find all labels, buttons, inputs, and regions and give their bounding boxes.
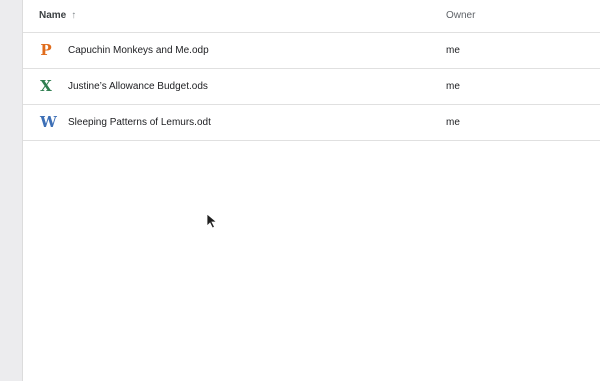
presentation-icon: P (40, 41, 52, 59)
name-column-header[interactable]: Name ↑ (39, 10, 76, 21)
file-owner: me (446, 45, 460, 56)
file-row[interactable]: P Capuchin Monkeys and Me.odp me (23, 33, 600, 69)
file-row[interactable]: X Justine’s Allowance Budget.ods me (23, 69, 600, 105)
file-browser-window: Name ↑ Owner P Capuchin Monkeys and Me.o… (0, 0, 600, 381)
spreadsheet-icon: X (40, 77, 52, 95)
file-owner: me (446, 81, 460, 92)
file-name[interactable]: Justine’s Allowance Budget.ods (68, 81, 208, 92)
left-sidebar-rail (0, 0, 23, 381)
file-owner: me (446, 117, 460, 128)
file-name[interactable]: Capuchin Monkeys and Me.odp (68, 45, 209, 56)
file-row[interactable]: W Sleeping Patterns of Lemurs.odt me (23, 105, 600, 141)
owner-column-header[interactable]: Owner (446, 10, 475, 21)
name-column-label: Name (39, 10, 67, 21)
mouse-pointer-icon (206, 213, 218, 229)
file-list-header: Name ↑ Owner (23, 0, 600, 33)
file-name[interactable]: Sleeping Patterns of Lemurs.odt (68, 117, 211, 128)
document-icon: W (40, 113, 57, 131)
file-list-panel: Name ↑ Owner P Capuchin Monkeys and Me.o… (23, 0, 600, 381)
sort-ascending-icon[interactable]: ↑ (71, 10, 76, 21)
